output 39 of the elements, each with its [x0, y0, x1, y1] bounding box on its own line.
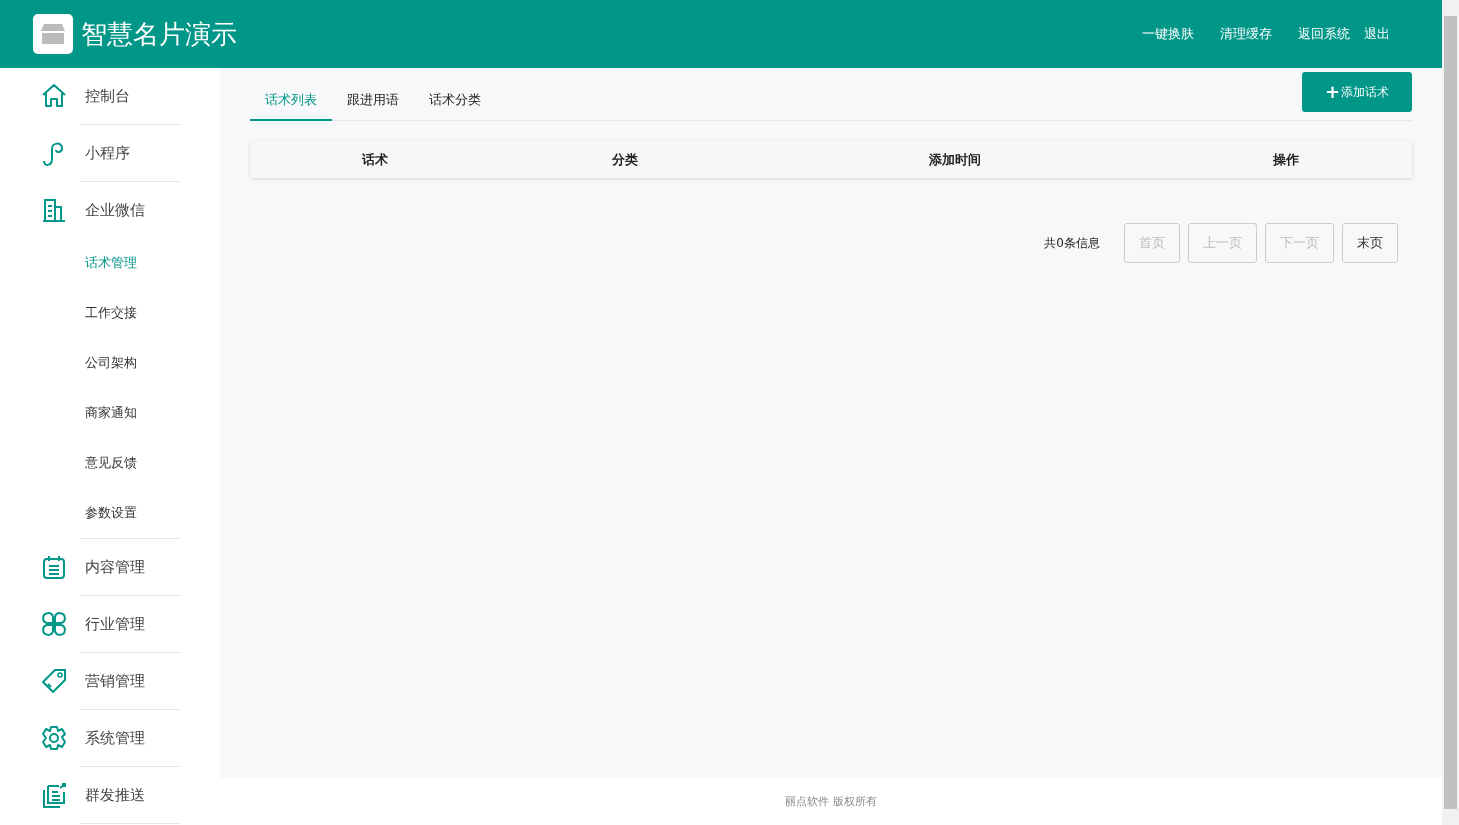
copyright-text: 丽点软件 版权所有 — [785, 794, 877, 809]
clover-icon — [40, 610, 68, 638]
add-button[interactable]: +添加话术 — [1302, 72, 1412, 112]
store-logo-icon — [33, 14, 73, 54]
tab[interactable]: 话术分类 — [414, 81, 496, 121]
sidebar-subitem[interactable]: 商家通知 — [0, 388, 220, 438]
sidebar-subitem[interactable]: 参数设置 — [0, 488, 220, 538]
sidebar-item[interactable]: 群发推送 — [0, 767, 220, 823]
app-title: 智慧名片演示 — [81, 17, 237, 51]
sidebar-item[interactable]: 内容管理 — [0, 539, 220, 595]
gear-icon — [40, 724, 68, 752]
column-header: 话术 — [360, 150, 389, 169]
sidebar-item[interactable]: 小程序 — [0, 125, 220, 181]
clipboard-icon — [40, 553, 68, 581]
header-link[interactable]: 清理缓存 — [1220, 25, 1272, 43]
sidebar-subitem[interactable]: 话术管理 — [0, 238, 220, 288]
header-link[interactable]: 一键换肤 — [1142, 25, 1194, 43]
header-link[interactable]: 返回系统 — [1298, 25, 1350, 43]
sidebar-item[interactable]: 营销管理 — [0, 653, 220, 709]
sidebar-item[interactable]: 行业管理 — [0, 596, 220, 652]
sidebar-item[interactable]: 企业微信 — [0, 182, 220, 238]
sidebar-subitem[interactable]: 意见反馈 — [0, 438, 220, 488]
sidebar-item[interactable]: 系统管理 — [0, 710, 220, 766]
sidebar-subitem[interactable]: 公司架构 — [0, 338, 220, 388]
column-header: 分类 — [611, 150, 639, 169]
total-count: 共0条信息 — [1044, 234, 1100, 252]
scrollbar[interactable] — [1442, 0, 1459, 825]
tag-icon — [40, 667, 68, 695]
sidebar-item[interactable]: 控制台 — [0, 68, 220, 124]
column-header: 添加时间 — [928, 150, 982, 169]
tab[interactable]: 跟进用语 — [332, 81, 414, 121]
page-button[interactable]: 末页 — [1342, 223, 1398, 263]
column-header: 操作 — [1272, 150, 1300, 169]
tab[interactable]: 话术列表 — [250, 81, 332, 121]
sidebar-subitem[interactable]: 工作交接 — [0, 288, 220, 338]
documents-icon — [40, 781, 68, 809]
header-link[interactable]: 退出 — [1364, 25, 1390, 43]
home-icon — [40, 82, 68, 110]
building-icon — [40, 196, 68, 224]
